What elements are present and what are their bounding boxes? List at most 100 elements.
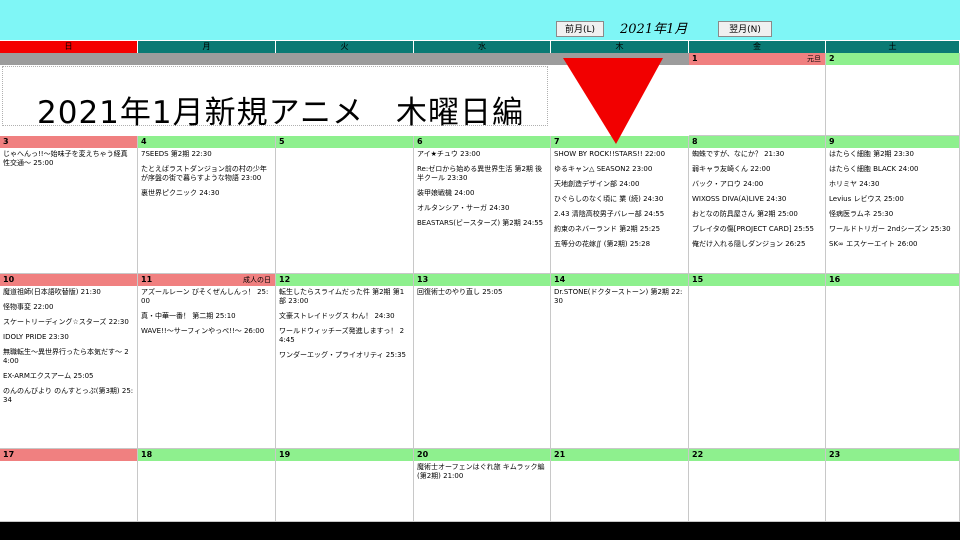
day-cell[interactable]: 20 魔術士オーフェンはぐれ旅 キムラック編 (第2期) 21:00 [414, 449, 551, 522]
anime-entry: 怪病医ラムネ 25:30 [829, 210, 894, 218]
day-number: 3 [0, 136, 137, 148]
anime-entry: ホリミヤ 24:30 [829, 180, 880, 188]
day-number: 19 [276, 449, 413, 461]
day-number-text: 13 [417, 275, 429, 284]
day-number-text: 11 [141, 275, 153, 284]
anime-entry: アズールレーン びそくぜんしんっ！ 25:00 [141, 288, 269, 305]
anime-entry: 怪物事変 22:00 [3, 303, 54, 311]
day-number: 22 [689, 449, 825, 461]
day-number: 18 [138, 449, 275, 461]
day-number: 17 [0, 449, 137, 461]
anime-entry: Dr.STONE(ドクターストーン) 第2期 22:30 [554, 288, 683, 305]
day-number-text: 15 [692, 275, 704, 284]
anime-entry: 魔術士オーフェンはぐれ旅 キムラック編 (第2期) 21:00 [417, 463, 545, 480]
anime-entry: 文豪ストレイドッグス わん！ 24:30 [279, 312, 395, 320]
anime-entry: スケートリーディング☆スターズ 22:30 [3, 318, 129, 326]
weekday-label: 木 [551, 41, 689, 53]
title-textbox[interactable]: 2021年1月新規アニメ 木曜日編 [2, 66, 548, 131]
day-number-text: 7 [554, 137, 560, 146]
day-cell[interactable]: 13 回復術士のやり直し 25:05 [414, 274, 551, 449]
anime-entry: 蜘蛛ですが、なにか？ 21:30 [692, 150, 785, 158]
anime-entry: 裏世界ピクニック 24:30 [141, 189, 220, 197]
anime-entry: たとえばラストダンジョン前の村の少年が序盤の街で暮らすような物語 23:00 [141, 165, 267, 182]
day-number-text: 19 [279, 450, 291, 459]
day-cell[interactable]: 10 魔道祖師(日本語吹替版) 21:30 怪物事変 22:00 スケートリーディング… [0, 274, 138, 449]
day-number-text: 10 [3, 275, 15, 284]
anime-entry: 2.43 清陰高校男子バレー部 24:55 [554, 210, 665, 218]
anime-entry: Re:ゼロから始める異世界生活 第2期 後半クール 23:30 [417, 165, 543, 182]
calendar-window: 前月(L) 2021年1月 翌月(N) 日月火水木金土 1 元旦 2 3 じゃへんっ!!… [0, 0, 960, 522]
anime-entry: ひぐらしのなく頃に 業 (続) 24:30 [554, 195, 664, 203]
day-number: 1 元旦 [689, 53, 825, 65]
anime-entry: 7SEEDS 第2期 22:30 [141, 150, 212, 158]
day-cell[interactable]: 5 [276, 136, 414, 274]
day-cell[interactable]: 4 7SEEDS 第2期 22:30 たとえばラストダンジョン前の村の少年が序盤の街… [138, 136, 276, 274]
day-number-text: 9 [829, 137, 835, 146]
day-number-text: 2 [829, 54, 835, 63]
day-cell[interactable]: 1 元旦 [689, 53, 826, 136]
day-cell[interactable]: 2 [826, 53, 960, 136]
anime-entry: アイ★チュウ 23:00 [417, 150, 481, 158]
day-number-text: 6 [417, 137, 423, 146]
down-triangle-arrow-icon [563, 58, 663, 144]
anime-entry: はたらく細胞 第2期 23:30 [829, 150, 914, 158]
anime-entry: 装甲娘戦機 24:00 [417, 189, 475, 197]
day-number-text: 22 [692, 450, 704, 459]
day-number-text: 16 [829, 275, 841, 284]
day-cell[interactable]: 16 [826, 274, 960, 449]
anime-entry: 約束のネバーランド 第2期 25:25 [554, 225, 661, 233]
day-cell[interactable]: 23 [826, 449, 960, 522]
day-number-text: 20 [417, 450, 429, 459]
day-number: 15 [689, 274, 825, 286]
month-title: 2021年1月 [620, 22, 688, 37]
anime-entry: ブレイタの傷[PROJECT CARD] 25:55 [692, 225, 814, 233]
weekday-label: 火 [276, 41, 414, 53]
anime-entry: じゃへんっ!!～始味子を変えちゃう経真性交通～ 25:00 [3, 150, 128, 167]
day-number-text: 3 [3, 137, 9, 146]
day-cell[interactable]: 18 [138, 449, 276, 522]
anime-entry: BEASTARS(ビースターズ) 第2期 24:55 [417, 219, 544, 227]
day-cell[interactable]: 8 蜘蛛ですが、なにか？ 21:30 弱キャラ友崎くん 22:00 バック・アロウ 2… [689, 136, 826, 274]
day-cell[interactable]: 22 [689, 449, 826, 522]
day-cell[interactable]: 19 [276, 449, 414, 522]
anime-entry: オルタンシア・サーガ 24:30 [417, 204, 510, 212]
day-cell[interactable]: 17 [0, 449, 138, 522]
day-cell[interactable]: 6 アイ★チュウ 23:00 Re:ゼロから始める異世界生活 第2期 後半クール 2… [414, 136, 551, 274]
anime-entry: ワールドトリガー 2ndシーズン 25:30 [829, 225, 951, 233]
day-number: 11 成人の日 [138, 274, 275, 286]
day-number: 20 [414, 449, 550, 461]
weekday-label: 月 [138, 41, 276, 53]
day-number-text: 4 [141, 137, 147, 146]
day-number: 2 [826, 53, 959, 65]
day-cell[interactable]: 21 [551, 449, 689, 522]
day-number: 6 [414, 136, 550, 148]
day-cell[interactable]: 12 転生したらスライムだった件 第2期 第1部 23:00 文豪ストレイドッグス … [276, 274, 414, 449]
day-cell[interactable]: 15 [689, 274, 826, 449]
day-number-text: 5 [279, 137, 285, 146]
day-number-text: 23 [829, 450, 841, 459]
day-number-text: 14 [554, 275, 566, 284]
weekday-label: 金 [689, 41, 826, 53]
day-number-text: 12 [279, 275, 291, 284]
weekday-header: 日月火水木金土 [0, 41, 960, 53]
anime-entry: ワンダーエッグ・プライオリティ 25:35 [279, 351, 406, 359]
anime-entry: Levius レビウス 25:00 [829, 195, 904, 203]
day-number: 5 [276, 136, 413, 148]
anime-entry: おとなの防具屋さん 第2期 25:00 [692, 210, 798, 218]
day-cell[interactable]: 9 はたらく細胞 第2期 23:30 はたらく細胞 BLACK 24:00 ホリミヤ … [826, 136, 960, 274]
anime-entry: 天地創造デザイン部 24:00 [554, 180, 640, 188]
day-number-text: 18 [141, 450, 153, 459]
day-number-text: 17 [3, 450, 15, 459]
day-number: 16 [826, 274, 959, 286]
day-cell[interactable]: 7 SHOW BY ROCK!!STARS!! 22:00 ゆるキャン△ SEASO… [551, 136, 689, 274]
day-number: 23 [826, 449, 959, 461]
day-cell[interactable]: 11 成人の日 アズールレーン びそくぜんしんっ！ 25:00 真・中華一番！ 第二期… [138, 274, 276, 449]
day-number: 8 [689, 136, 825, 148]
prev-month-button[interactable]: 前月(L) [556, 21, 604, 37]
next-month-button[interactable]: 翌月(N) [718, 21, 772, 37]
day-cell[interactable]: 3 じゃへんっ!!～始味子を変えちゃう経真性交通～ 25:00 [0, 136, 138, 274]
day-cell[interactable]: 14 Dr.STONE(ドクターストーン) 第2期 22:30 [551, 274, 689, 449]
weekday-label: 日 [0, 41, 138, 53]
weekday-label: 水 [414, 41, 551, 53]
day-number: 4 [138, 136, 275, 148]
